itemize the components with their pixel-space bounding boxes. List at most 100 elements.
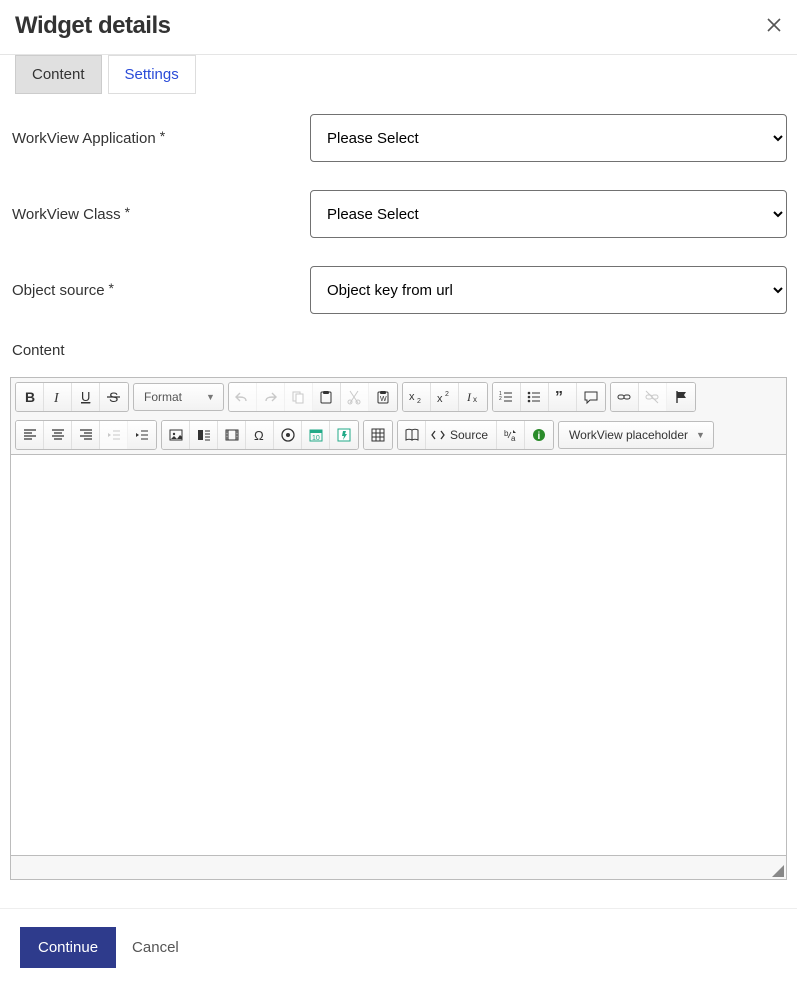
copy-button[interactable]	[285, 383, 313, 411]
cut-button[interactable]	[341, 383, 369, 411]
required-asterisk: *	[109, 280, 114, 296]
indent-icon	[134, 427, 150, 443]
select-app[interactable]: Please Select	[310, 114, 787, 162]
disc-button[interactable]	[274, 421, 302, 449]
editor-toolbar: B I U S Format ▼ W x2 x2 Ix	[11, 378, 786, 455]
group-font-style: B I U S	[15, 382, 129, 412]
paste-icon	[318, 389, 334, 405]
translate-icon: ba	[503, 427, 519, 443]
comment-icon	[583, 389, 599, 405]
superscript-icon: x2	[436, 389, 452, 405]
svg-text:B: B	[25, 389, 35, 405]
group-script: x2 x2 Ix	[402, 382, 488, 412]
video-button[interactable]	[218, 421, 246, 449]
row-source: Object source* Object key from url	[10, 266, 787, 314]
svg-text:U: U	[81, 389, 90, 404]
image-icon	[168, 427, 184, 443]
table-button[interactable]	[364, 421, 392, 449]
remove-format-icon: Ix	[465, 389, 481, 405]
comment-button[interactable]	[577, 383, 605, 411]
translate-button[interactable]: ba	[497, 421, 525, 449]
group-source: Source ba i	[397, 420, 554, 450]
anchor-button[interactable]	[667, 383, 695, 411]
link-button[interactable]	[611, 383, 639, 411]
strike-button[interactable]: S	[100, 383, 128, 411]
remove-format-button[interactable]: Ix	[459, 383, 487, 411]
undo-icon	[234, 389, 250, 405]
info-button[interactable]: i	[525, 421, 553, 449]
dialog-header: Widget details	[0, 0, 797, 55]
underline-button[interactable]: U	[72, 383, 100, 411]
calendar-button[interactable]: 10	[302, 421, 330, 449]
select-source[interactable]: Object key from url	[310, 266, 787, 314]
table-icon	[370, 427, 386, 443]
ordered-list-button[interactable]: 12	[493, 383, 521, 411]
workview-placeholder-dropdown[interactable]: WorkView placeholder ▼	[558, 421, 714, 449]
subscript-button[interactable]: x2	[403, 383, 431, 411]
paste-button[interactable]	[313, 383, 341, 411]
unordered-list-button[interactable]	[521, 383, 549, 411]
flash-button[interactable]	[330, 421, 358, 449]
editor-body[interactable]	[11, 455, 786, 855]
svg-text:10: 10	[312, 435, 320, 442]
image-button[interactable]	[162, 421, 190, 449]
italic-button[interactable]: I	[44, 383, 72, 411]
format-dropdown[interactable]: Format ▼	[133, 383, 224, 411]
subscript-icon: x2	[408, 389, 424, 405]
svg-text:x: x	[437, 393, 443, 405]
source-button[interactable]: Source	[426, 421, 497, 449]
svg-text:W: W	[380, 396, 387, 403]
superscript-button[interactable]: x2	[431, 383, 459, 411]
outdent-button[interactable]	[100, 421, 128, 449]
chevron-down-icon: ▼	[696, 430, 705, 440]
cancel-button[interactable]: Cancel	[132, 939, 179, 956]
bold-button[interactable]: B	[16, 383, 44, 411]
label-source-text: Object source	[12, 282, 105, 299]
rich-editor: B I U S Format ▼ W x2 x2 Ix	[10, 377, 787, 880]
svg-text:Ω: Ω	[254, 428, 264, 443]
tab-content[interactable]: Content	[15, 55, 102, 94]
tab-settings[interactable]: Settings	[108, 55, 196, 94]
required-asterisk: *	[160, 128, 165, 144]
unlink-button[interactable]	[639, 383, 667, 411]
group-align	[15, 420, 157, 450]
label-source: Object source*	[10, 282, 310, 299]
close-button[interactable]	[766, 15, 782, 37]
resize-handle[interactable]	[772, 865, 784, 877]
cut-icon	[346, 389, 362, 405]
align-left-button[interactable]	[16, 421, 44, 449]
svg-text:x: x	[473, 395, 477, 404]
book-button[interactable]	[398, 421, 426, 449]
quote-button[interactable]: ”	[549, 383, 577, 411]
group-clipboard: W	[228, 382, 398, 412]
label-class-text: WorkView Class	[12, 206, 121, 223]
svg-text:a: a	[511, 434, 516, 443]
omega-icon: Ω	[252, 427, 268, 443]
svg-text:I: I	[53, 391, 60, 405]
label-class: WorkView Class*	[10, 206, 310, 223]
continue-button[interactable]: Continue	[20, 927, 116, 968]
indent-button[interactable]	[128, 421, 156, 449]
undo-button[interactable]	[229, 383, 257, 411]
redo-button[interactable]	[257, 383, 285, 411]
close-icon	[766, 17, 782, 33]
select-class[interactable]: Please Select	[310, 190, 787, 238]
align-center-button[interactable]	[44, 421, 72, 449]
paste-word-button[interactable]: W	[369, 383, 397, 411]
row-app: WorkView Application* Please Select	[10, 114, 787, 162]
wv-placeholder-label: WorkView placeholder	[569, 428, 688, 442]
group-link	[610, 382, 696, 412]
svg-text:2: 2	[417, 398, 421, 405]
group-table	[363, 420, 393, 450]
calendar-icon: 10	[308, 427, 324, 443]
align-center-icon	[50, 427, 66, 443]
align-right-button[interactable]	[72, 421, 100, 449]
special-char-button[interactable]: Ω	[246, 421, 274, 449]
disc-icon	[280, 427, 296, 443]
ordered-list-icon: 12	[498, 389, 514, 405]
align-block-button[interactable]	[190, 421, 218, 449]
svg-text:2: 2	[445, 391, 449, 398]
strike-icon: S	[106, 389, 122, 405]
dialog-footer: Continue Cancel	[0, 908, 797, 986]
book-icon	[404, 427, 420, 443]
